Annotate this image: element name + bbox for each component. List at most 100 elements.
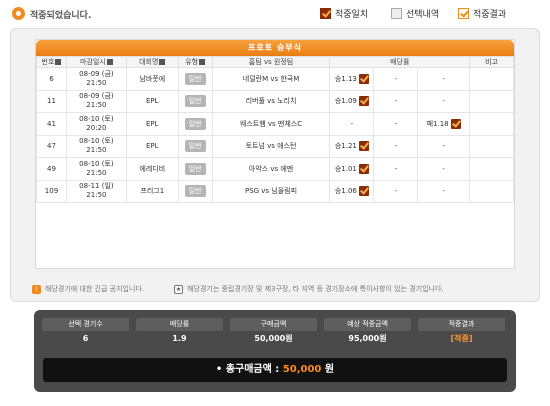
sort-icon[interactable] xyxy=(55,59,62,65)
row-no: 109 xyxy=(36,179,67,203)
legend-hit-match: 적중일치 xyxy=(320,7,368,20)
row-type: 일반 xyxy=(177,67,213,91)
note-urgent-text: 해당경기에 대한 긴급 공지입니다. xyxy=(45,285,145,293)
row-no: 11 xyxy=(36,89,67,113)
row-no: 41 xyxy=(36,112,67,136)
row-odds-draw: - xyxy=(373,89,419,113)
col-header-league[interactable]: 대회명 xyxy=(125,56,179,68)
match-table: 번호 마감일시 대회명 유형 홈팀 vs 원정팀 배당률 비고 6 08-09 … xyxy=(36,56,514,203)
col-header-no[interactable]: 번호 xyxy=(36,56,67,68)
row-match: 웨스트햄 vs 맨체스C xyxy=(211,112,331,136)
summary-panel: 선택 경기수 6 배당률 1.9 구매금액 50,000원 예상 적중금액 95… xyxy=(34,310,516,392)
table-row: 6 08-09 (금) 21:50 남바풋에 일반 네덜란M vs 한국M 승1.… xyxy=(36,67,514,91)
row-odds-draw: - xyxy=(373,67,419,91)
row-odds-win: 승1.01 xyxy=(329,157,375,181)
summary-expected-value: 95,000원 xyxy=(348,334,387,343)
table-header-row: 번호 마감일시 대회명 유형 홈팀 vs 원정팀 배당률 비고 xyxy=(36,56,514,68)
checkbox-checked-icon xyxy=(358,141,369,152)
summary-odds: 배당률 1.9 xyxy=(136,318,223,347)
legend-selection-label: 선택내역 xyxy=(406,10,440,20)
sort-icon[interactable] xyxy=(159,59,166,65)
summary-odds-label: 배당률 xyxy=(136,318,223,331)
row-odds-lose: - xyxy=(417,179,471,203)
row-league: EPL xyxy=(125,89,179,113)
table-row: 47 08-10 (토) 21:50 EPL 일반 토트넘 vs 애스턴 승1.2… xyxy=(36,134,514,158)
checkbox-checked-icon xyxy=(450,118,461,129)
col-header-type[interactable]: 유형 xyxy=(177,56,213,68)
row-type: 일반 xyxy=(177,89,213,113)
row-league: 에레디비 xyxy=(125,157,179,181)
sort-icon[interactable] xyxy=(199,59,206,65)
row-remark xyxy=(469,157,514,181)
row-odds-draw: - xyxy=(373,157,419,181)
row-deadline: 08-09 (금) 21:50 xyxy=(65,89,127,113)
row-odds-draw: - xyxy=(373,134,419,158)
row-league: 프리그1 xyxy=(125,179,179,203)
summary-count-label: 선택 경기수 xyxy=(42,318,129,331)
row-odds-lose: - xyxy=(417,89,471,113)
row-odds-draw: - xyxy=(373,179,419,203)
row-remark xyxy=(469,89,514,113)
col-header-odds: 배당률 xyxy=(329,56,471,68)
table-row: 41 08-10 (토) 20:20 EPL 일반 웨스트햄 vs 맨체스C - … xyxy=(36,112,514,136)
type-badge: 일반 xyxy=(184,95,206,108)
checkbox-checked-icon xyxy=(358,73,369,84)
summary-odds-value: 1.9 xyxy=(172,334,187,343)
row-remark xyxy=(469,112,514,136)
row-match: 아약스 vs 에멘 xyxy=(211,157,331,181)
total-purchase-bar: • 총구매금액 : 50,000 원 xyxy=(43,358,507,382)
row-deadline: 08-09 (금) 21:50 xyxy=(65,67,127,91)
legend-selection: 선택내역 xyxy=(391,7,439,20)
col-header-match: 홈팀 vs 원정팀 xyxy=(211,56,331,68)
row-odds-win: 승1.09 xyxy=(329,89,375,113)
row-league: 남바풋에 xyxy=(125,67,179,91)
row-deadline: 08-10 (토) 20:20 xyxy=(65,112,127,136)
col-header-deadline[interactable]: 마감일시 xyxy=(65,56,127,68)
summary-expected-label: 예상 적중금액 xyxy=(324,318,411,331)
row-odds-lose: - xyxy=(417,157,471,181)
row-odds-lose: 패1.18 xyxy=(417,112,471,136)
row-remark xyxy=(469,67,514,91)
type-badge: 일반 xyxy=(184,162,206,175)
summary-count: 선택 경기수 6 xyxy=(42,318,129,347)
row-remark xyxy=(469,134,514,158)
star-icon: ★ xyxy=(174,284,184,294)
row-match: 네덜란M vs 한국M xyxy=(211,67,331,91)
type-badge: 일반 xyxy=(184,117,206,130)
legend-hit-result-label: 적중결과 xyxy=(473,10,507,20)
row-odds-draw: - xyxy=(373,112,419,136)
type-badge: 일반 xyxy=(184,185,206,198)
header-bar: 적중되었습니다. 적중일치 선택내역 적중결과 xyxy=(0,0,550,28)
row-no: 47 xyxy=(36,134,67,158)
row-deadline: 08-10 (토) 21:50 xyxy=(65,157,127,181)
note-venue-text: 해당경기는 중립경기장 및 제3구장, 타 지역 등 경기장소에 특이사항이 있… xyxy=(187,285,444,293)
sort-icon[interactable] xyxy=(106,59,113,65)
row-odds-win: 승1.06 xyxy=(329,179,375,203)
type-badge: 일반 xyxy=(184,140,206,153)
row-match: 리버풀 vs 노리치 xyxy=(211,89,331,113)
row-league: EPL xyxy=(125,112,179,136)
note-urgent: ! 해당경기에 대한 긴급 공지입니다. xyxy=(32,284,144,294)
row-odds-win: - xyxy=(329,112,375,136)
col-header-remark: 비고 xyxy=(469,56,514,68)
row-type: 일반 xyxy=(177,134,213,158)
table-row: 109 08-11 (일) 21:50 프리그1 일반 PSG vs 님올림피 승… xyxy=(36,179,514,203)
row-no: 49 xyxy=(36,157,67,181)
total-label: 총구매금액 : xyxy=(225,364,280,375)
row-type: 일반 xyxy=(177,157,213,181)
summary-purchase-value: 50,000원 xyxy=(254,334,293,343)
summary-result-label: 적중결과 xyxy=(418,318,505,331)
row-deadline: 08-10 (토) 21:50 xyxy=(65,134,127,158)
summary-purchase: 구매금액 50,000원 xyxy=(230,318,317,347)
summary-count-value: 6 xyxy=(82,334,89,343)
checkbox-checked-icon xyxy=(358,163,369,174)
checkbox-checked-icon xyxy=(358,96,369,107)
row-remark xyxy=(469,179,514,203)
checkbox-checked-icon xyxy=(320,8,331,19)
legend-hit-match-label: 적중일치 xyxy=(335,10,369,20)
alert-icon: ! xyxy=(32,284,41,294)
total-amount: 50,000 xyxy=(282,364,322,375)
table-row: 49 08-10 (토) 21:50 에레디비 일반 아약스 vs 에멘 승1.0… xyxy=(36,157,514,181)
page-title: 적중되었습니다. xyxy=(30,11,92,21)
table-title: 프로토 승부식 xyxy=(36,40,514,56)
